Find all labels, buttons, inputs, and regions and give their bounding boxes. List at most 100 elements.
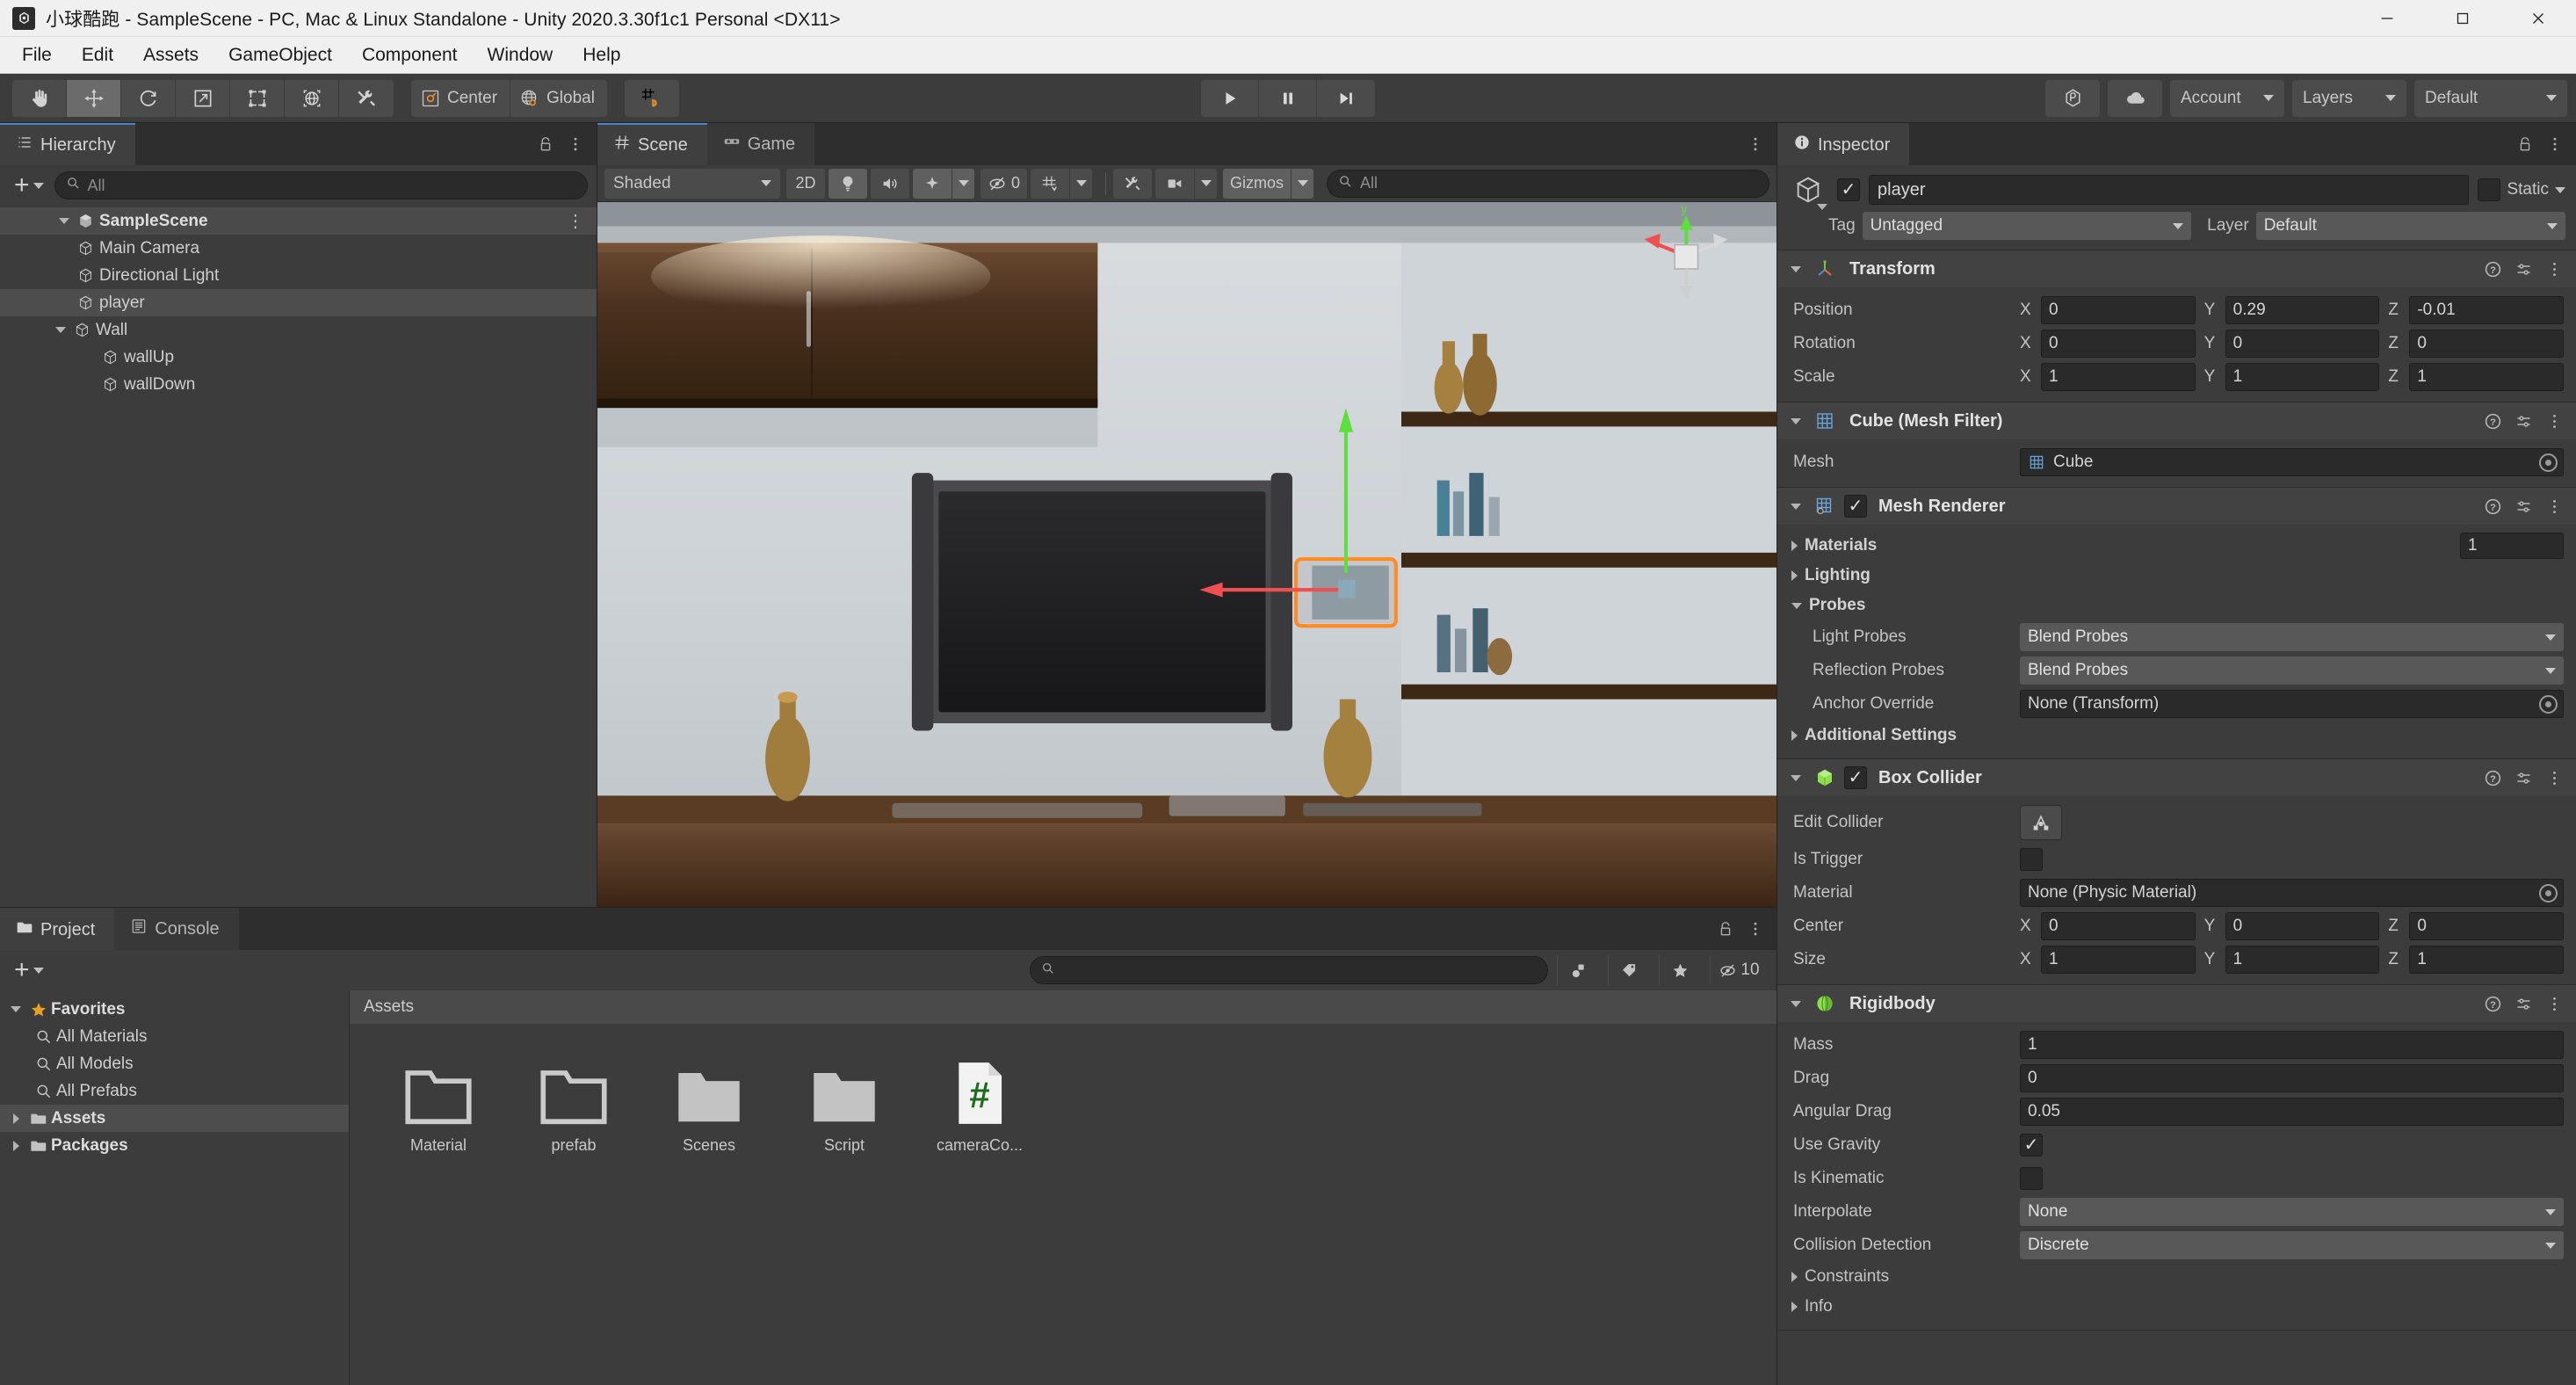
component-menu-icon[interactable] <box>2543 995 2565 1013</box>
size-z-input[interactable]: 1 <box>2409 946 2565 974</box>
lock-icon[interactable] <box>537 134 554 154</box>
pivot-mode-button[interactable]: Center <box>411 79 511 117</box>
component-menu-icon[interactable] <box>2543 260 2565 279</box>
foldout-probes[interactable]: Probes <box>1777 591 2576 620</box>
menu-assets[interactable]: Assets <box>128 37 213 74</box>
scene-search-input[interactable]: All <box>1327 169 1769 198</box>
object-picker-icon[interactable] <box>2539 453 2558 472</box>
hierarchy-row-samplescene[interactable]: SampleScene ⋮ <box>0 207 597 235</box>
scene-tools-button[interactable] <box>1113 168 1153 199</box>
hierarchy-row-wallup[interactable]: wallUp <box>0 344 597 371</box>
asset-item[interactable]: # cameraCo... <box>915 1043 1044 1155</box>
mass-input[interactable]: 1 <box>2020 1031 2564 1059</box>
expand-arrow-icon[interactable] <box>5 1140 26 1151</box>
chevron-down-icon[interactable] <box>2555 186 2565 193</box>
lock-icon[interactable] <box>2516 134 2534 154</box>
foldout-additional-settings[interactable]: Additional Settings <box>1777 721 2576 751</box>
maximize-button[interactable] <box>2425 0 2500 37</box>
hierarchy-row-main-camera[interactable]: Main Camera <box>0 235 597 262</box>
position-y-input[interactable]: 0.29 <box>2225 296 2380 324</box>
help-icon[interactable]: ? <box>2481 769 2504 787</box>
rect-tool-button[interactable] <box>230 79 285 117</box>
project-tree-all-prefabs[interactable]: All Prefabs <box>0 1077 349 1105</box>
expand-arrow-icon[interactable] <box>54 218 74 224</box>
component-menu-icon[interactable] <box>2543 412 2565 431</box>
collision-detection-dropdown[interactable]: Discrete <box>2020 1231 2564 1259</box>
preset-icon[interactable] <box>2512 497 2535 516</box>
chevron-down-icon[interactable] <box>1817 204 1827 210</box>
reflection-probes-dropdown[interactable]: Blend Probes <box>2020 656 2564 685</box>
rotate-tool-button[interactable] <box>121 79 176 117</box>
scene-viewport[interactable]: y <box>597 202 1776 907</box>
close-button[interactable] <box>2500 0 2576 37</box>
component-header[interactable]: Transform ? <box>1777 250 2576 287</box>
gizmos-button[interactable]: Gizmos <box>1223 168 1292 199</box>
mesh-renderer-enabled-checkbox[interactable] <box>1844 495 1867 518</box>
transform-tool-button[interactable] <box>285 79 339 117</box>
static-toggle[interactable]: Static <box>2478 178 2565 201</box>
scene-fx-dropdown[interactable] <box>952 168 974 199</box>
expand-arrow-icon[interactable] <box>5 1006 26 1012</box>
help-icon[interactable]: ? <box>2481 412 2504 431</box>
panel-menu-icon[interactable] <box>2546 134 2564 154</box>
scene-grid-dropdown[interactable] <box>1069 168 1093 199</box>
foldout-constraints[interactable]: Constraints <box>1777 1262 2576 1292</box>
layout-dropdown[interactable]: Default <box>2414 79 2567 117</box>
expand-arrow-icon[interactable] <box>5 1113 26 1124</box>
foldout-lighting[interactable]: Lighting <box>1777 561 2576 591</box>
help-icon[interactable]: ? <box>2481 497 2504 516</box>
scene-lighting-toggle[interactable] <box>829 168 867 199</box>
expand-arrow-icon[interactable] <box>1788 1000 1804 1007</box>
angular-drag-input[interactable]: 0.05 <box>2020 1098 2564 1126</box>
component-menu-icon[interactable] <box>2543 497 2565 516</box>
box-collider-enabled-checkbox[interactable] <box>1844 766 1867 789</box>
scene-camera-dropdown[interactable] <box>1194 168 1218 199</box>
menu-edit[interactable]: Edit <box>67 37 128 74</box>
gizmos-dropdown[interactable] <box>1291 168 1314 199</box>
position-x-input[interactable]: 0 <box>2041 296 2196 324</box>
filter-by-type-icon[interactable] <box>1557 955 1599 985</box>
asset-item[interactable]: Scenes <box>645 1043 773 1155</box>
custom-editor-tool-button[interactable] <box>339 79 394 117</box>
hierarchy-search-input[interactable]: All <box>54 171 588 199</box>
project-search-input[interactable] <box>1030 956 1548 984</box>
panel-menu-icon[interactable] <box>567 134 584 154</box>
edit-collider-button[interactable] <box>2020 805 2062 840</box>
size-x-input[interactable]: 1 <box>2041 946 2196 974</box>
materials-count-input[interactable]: 1 <box>2460 533 2564 559</box>
scene-grid-toggle[interactable] <box>1031 168 1070 199</box>
scale-tool-button[interactable] <box>176 79 230 117</box>
scale-z-input[interactable]: 1 <box>2409 363 2565 391</box>
help-icon[interactable]: ? <box>2481 260 2504 279</box>
lock-icon[interactable] <box>1717 919 1734 939</box>
component-header[interactable]: Cube (Mesh Filter) ? <box>1777 402 2576 439</box>
collab-icon[interactable] <box>2045 79 2100 117</box>
project-tree-all-models[interactable]: All Models <box>0 1050 349 1077</box>
expand-arrow-icon[interactable] <box>1788 503 1804 510</box>
pause-button[interactable] <box>1259 79 1317 117</box>
scene-visibility-toggle[interactable]: 0 <box>980 168 1028 199</box>
hand-tool-button[interactable] <box>12 79 67 117</box>
component-menu-icon[interactable] <box>2543 769 2565 787</box>
space-mode-button[interactable]: Global <box>510 79 607 117</box>
anchor-override-field[interactable]: None (Transform) <box>2020 690 2564 718</box>
scene-menu-icon[interactable]: ⋮ <box>567 210 584 232</box>
expand-arrow-icon[interactable] <box>1788 265 1804 272</box>
filter-by-label-icon[interactable] <box>1608 955 1650 985</box>
position-z-input[interactable]: -0.01 <box>2409 296 2565 324</box>
hierarchy-row-directional-light[interactable]: Directional Light <box>0 262 597 289</box>
tab-hierarchy[interactable]: Hierarchy <box>0 123 135 165</box>
preset-icon[interactable] <box>2512 995 2535 1013</box>
object-enabled-checkbox[interactable] <box>1837 178 1860 201</box>
asset-item[interactable]: Material <box>374 1043 503 1155</box>
rotation-z-input[interactable]: 0 <box>2409 330 2565 358</box>
use-gravity-checkbox[interactable] <box>2020 1134 2043 1157</box>
menu-gameobject[interactable]: GameObject <box>213 37 347 74</box>
tab-inspector[interactable]: Inspector <box>1777 123 1910 165</box>
menu-file[interactable]: File <box>7 37 67 74</box>
2d-toggle-button[interactable]: 2D <box>786 168 825 199</box>
step-button[interactable] <box>1317 79 1375 117</box>
object-picker-icon[interactable] <box>2539 883 2558 903</box>
panel-menu-icon[interactable] <box>1747 134 1764 154</box>
hierarchy-row-player[interactable]: player <box>0 289 597 316</box>
